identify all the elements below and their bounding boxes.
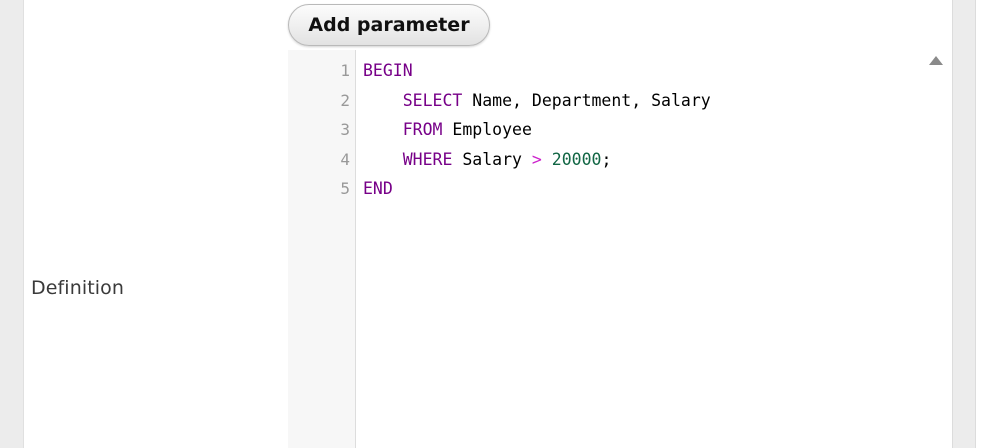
scroll-up-icon[interactable] [929, 56, 943, 65]
sql-semicolon: ; [601, 150, 612, 169]
code-line[interactable]: WHERE Salary > 20000; [363, 145, 612, 174]
sql-code-editor[interactable]: 1 2 3 4 5 BEGIN SELECT Name, Department,… [288, 50, 948, 448]
right-frame-edge [976, 0, 987, 448]
sql-keyword: SELECT [402, 91, 463, 110]
code-line[interactable]: SELECT Name, Department, Salary [363, 86, 711, 115]
sql-keyword: WHERE [402, 150, 453, 169]
sql-keyword: FROM [402, 120, 443, 139]
left-frame-border [0, 0, 24, 448]
line-number: 4 [340, 150, 350, 169]
sql-keyword: END [363, 179, 393, 198]
line-number: 2 [340, 91, 350, 110]
add-parameter-button[interactable]: Add parameter [288, 4, 490, 46]
code-line[interactable]: BEGIN [363, 56, 413, 85]
line-number: 1 [340, 61, 350, 80]
sql-text: Employee [442, 120, 532, 139]
line-number: 3 [340, 120, 350, 139]
definition-label: Definition [31, 277, 125, 299]
sql-text: Salary [452, 150, 532, 169]
line-number: 5 [340, 179, 350, 198]
sql-text: Name, Department, Salary [462, 91, 711, 110]
sql-number: 20000 [541, 150, 602, 169]
code-line[interactable]: FROM Employee [363, 115, 532, 144]
sql-operator: > [531, 150, 542, 169]
sql-keyword: BEGIN [363, 61, 413, 80]
line-number-gutter: 1 2 3 4 5 [288, 50, 356, 448]
right-frame-border [952, 0, 976, 448]
code-line[interactable]: END [363, 174, 393, 203]
